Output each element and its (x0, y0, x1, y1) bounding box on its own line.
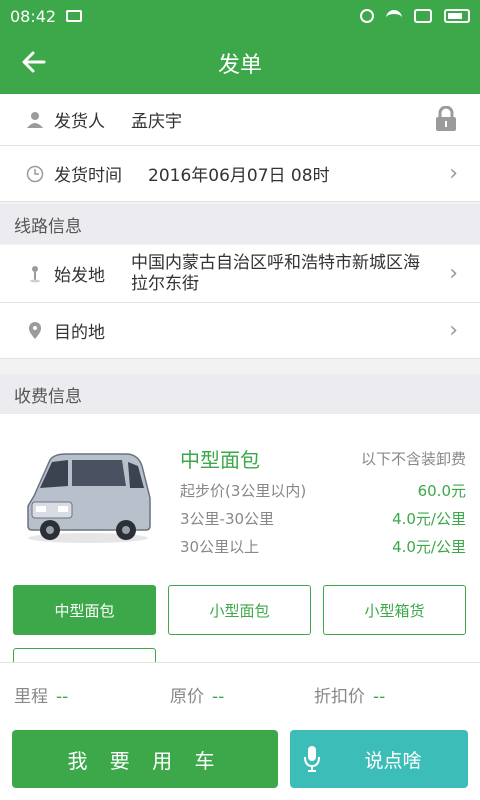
battery-icon (444, 9, 470, 23)
fee-note: 以下不含装卸费 (360, 450, 466, 468)
fee-panel: 中型面包 以下不含装卸费 起步价(3公里以内) 60.0元 3公里-30公里 4… (0, 414, 480, 662)
fee-section-header: 收费信息 (0, 374, 480, 414)
fee-value: 4.0元/公里 (392, 510, 466, 528)
voice-message-button[interactable]: 说点啥 (290, 730, 468, 788)
original-price-value: -- (212, 687, 225, 707)
van-image (27, 453, 151, 543)
status-bar: 08:42 (0, 0, 480, 32)
back-arrow-icon[interactable] (18, 46, 50, 78)
chevron-right-icon: › (449, 318, 458, 343)
chevron-right-icon: › (449, 261, 458, 286)
fee-key: 30公里以上 (180, 538, 260, 556)
fee-value: 4.0元/公里 (392, 538, 466, 556)
origin-address-line1: 中国内蒙古自治区呼和浩特市新城区海 (131, 252, 420, 273)
use-car-button[interactable]: 我 要 用 车 (12, 730, 278, 788)
fee-line: 3公里-30公里 4.0元/公里 (180, 508, 466, 529)
ship-time-label: 发货时间 (54, 166, 122, 186)
app-bar: 发单 (0, 32, 480, 94)
origin-address: 中国内蒙古自治区呼和浩特市新城区海 拉尔东街 (131, 253, 420, 295)
price-summary: 里程 -- 原价 -- 折扣价 -- (0, 662, 480, 720)
image-notification-icon (66, 10, 83, 22)
fee-key: 起步价(3公里以内) (180, 482, 307, 500)
mileage-value: -- (56, 687, 69, 707)
person-icon (20, 111, 50, 129)
wifi-icon (386, 10, 402, 22)
vehicle-name: 中型面包 (180, 448, 260, 472)
vehicle-type-button-small-van[interactable]: 小型面包 (168, 585, 311, 635)
vehicle-type-button-small-box-truck[interactable]: 小型箱货 (323, 585, 466, 635)
discount-price-summary: 折扣价 -- (314, 682, 385, 707)
mileage-label: 里程 (14, 687, 48, 707)
vehicle-type-button-more[interactable] (13, 648, 156, 662)
vehicle-type-button-medium-van[interactable]: 中型面包 (13, 585, 156, 635)
microphone-icon (304, 746, 320, 772)
fee-key: 3公里-30公里 (180, 510, 275, 528)
ship-time-row[interactable]: 发货时间 2016年06月07日 08时 › (0, 146, 480, 202)
nfc-icon (360, 9, 374, 23)
status-time: 08:42 (10, 6, 57, 26)
origin-row[interactable]: 始发地 中国内蒙古自治区呼和浩特市新城区海 拉尔东街 › (0, 245, 480, 303)
shipper-row: 发货人 孟庆宇 (0, 94, 480, 146)
status-icons (360, 9, 470, 23)
shipper-name: 孟庆宇 (131, 112, 182, 132)
fee-line: 30公里以上 4.0元/公里 (180, 536, 466, 557)
sim-icon (414, 9, 432, 23)
location-icon (20, 321, 50, 340)
destination-label: 目的地 (54, 323, 105, 343)
bottom-action-bar: 我 要 用 车 说点啥 (0, 720, 480, 800)
lock-icon (434, 105, 458, 136)
fee-line: 起步价(3公里以内) 60.0元 (180, 480, 466, 501)
pin-icon (20, 265, 50, 283)
origin-label: 始发地 (54, 266, 105, 286)
destination-row[interactable]: 目的地 › (0, 303, 480, 359)
fee-value: 60.0元 (417, 482, 466, 500)
discount-price-value: -- (373, 687, 386, 707)
origin-address-line2: 拉尔东街 (131, 273, 199, 294)
voice-message-label: 说点啥 (364, 749, 422, 772)
original-price-label: 原价 (170, 687, 204, 707)
ship-time-value: 2016年06月07日 08时 (148, 166, 330, 186)
shipper-label: 发货人 (54, 112, 105, 132)
original-price-summary: 原价 -- (170, 682, 224, 707)
clock-icon (20, 165, 50, 183)
route-section-header: 线路信息 (0, 204, 480, 244)
discount-price-label: 折扣价 (314, 687, 365, 707)
mileage-summary: 里程 -- (14, 682, 68, 707)
page-title: 发单 (217, 53, 262, 78)
chevron-right-icon: › (449, 161, 458, 186)
